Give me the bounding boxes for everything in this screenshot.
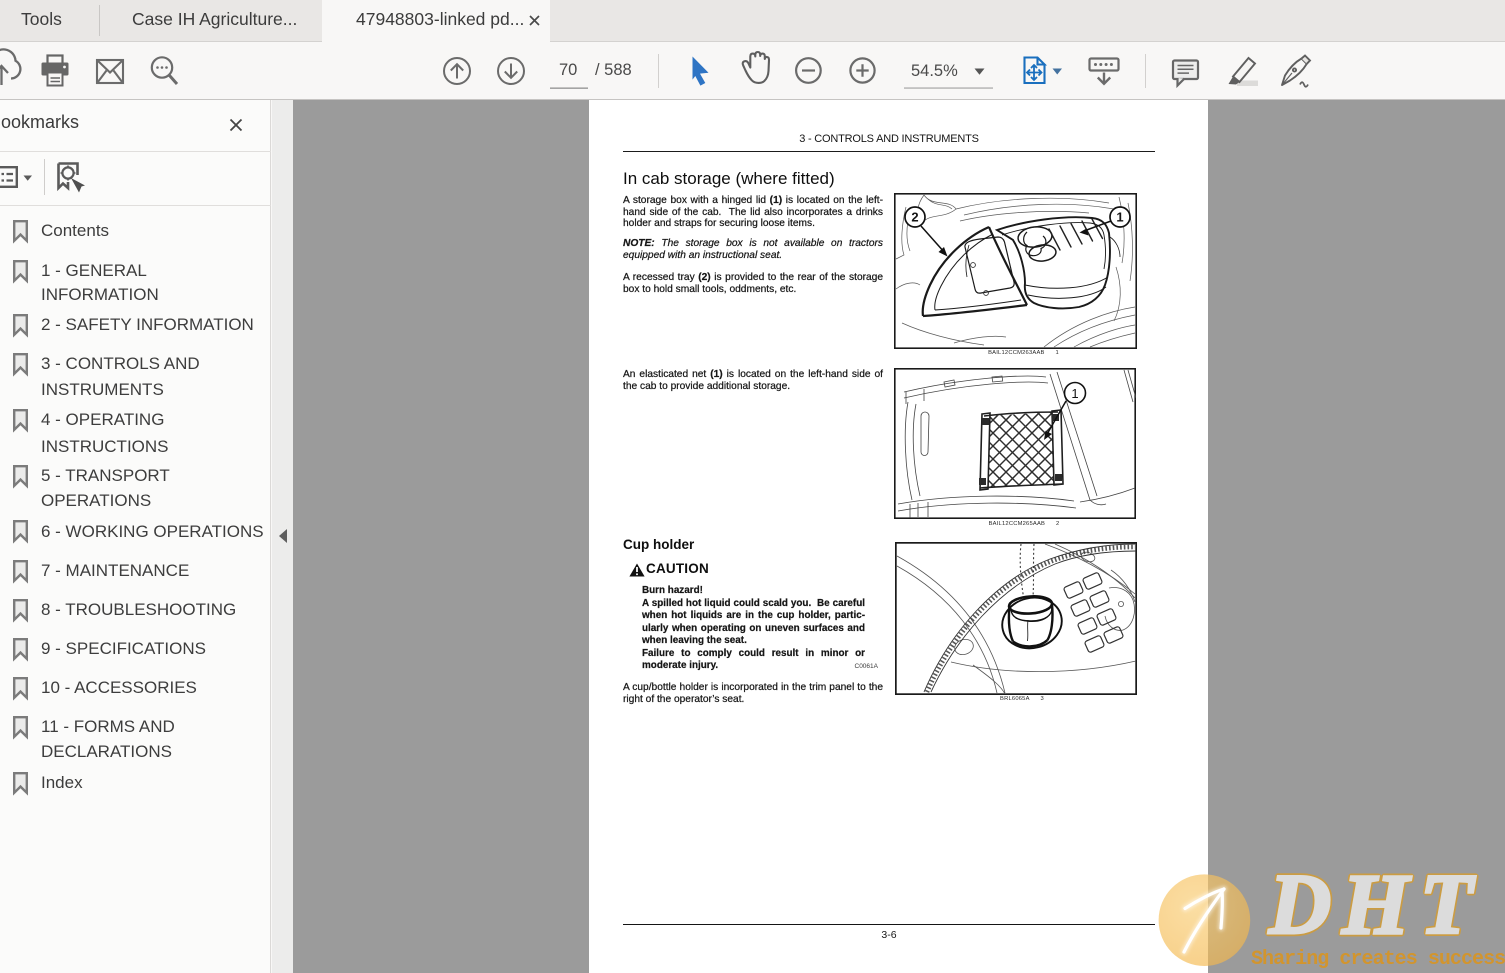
svg-text:1: 1	[1071, 386, 1078, 401]
svg-text:1: 1	[1116, 210, 1123, 225]
svg-text:DHT: DHT	[1268, 856, 1484, 952]
svg-text:2: 2	[911, 210, 918, 225]
